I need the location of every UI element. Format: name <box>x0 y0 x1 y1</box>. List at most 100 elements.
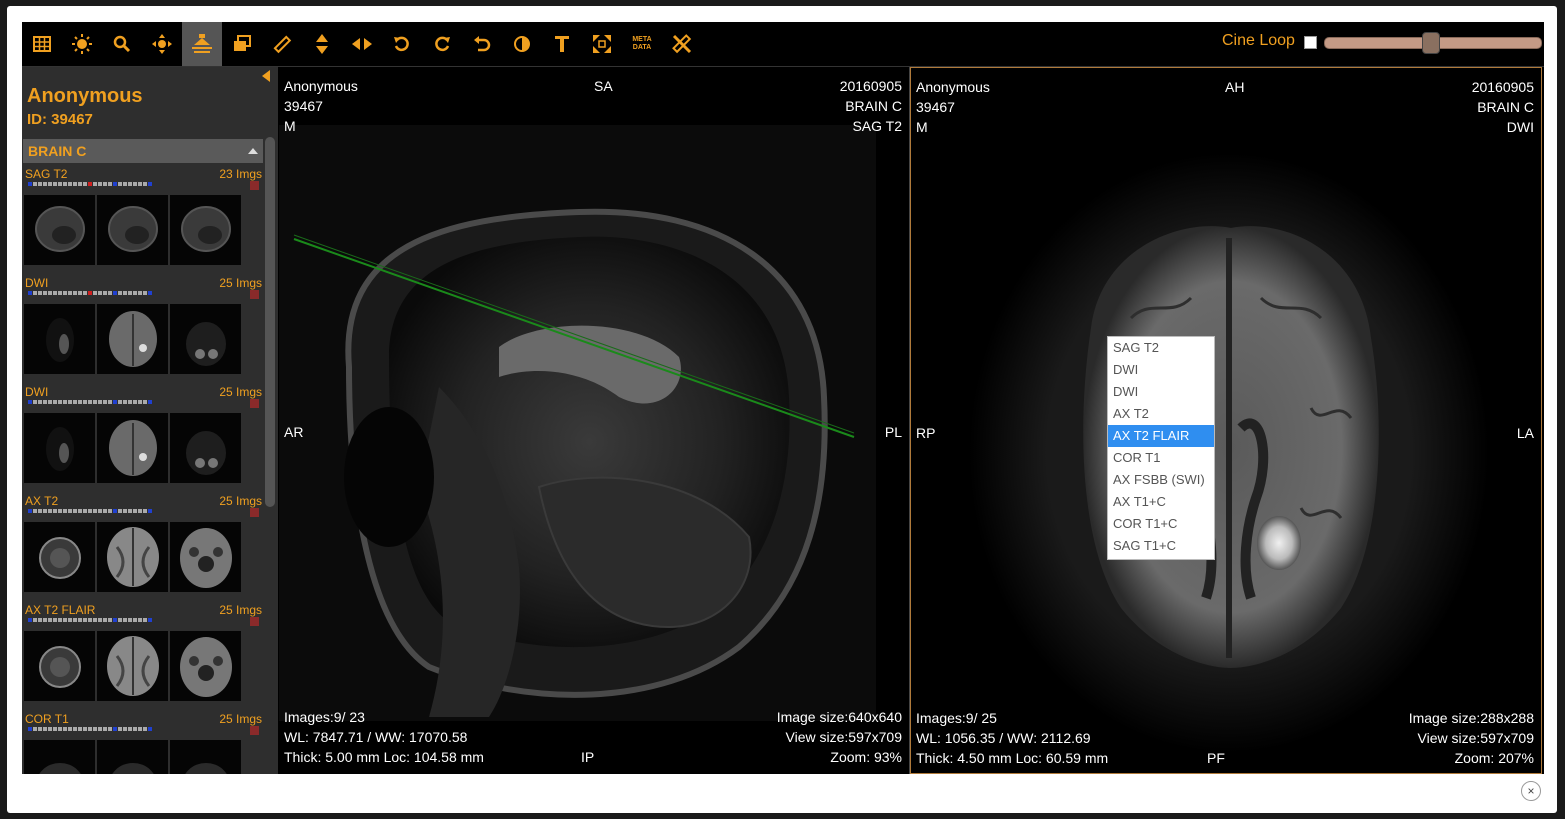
dropdown-option[interactable]: DWI <box>1108 381 1214 403</box>
series-thumbnail[interactable] <box>97 413 168 483</box>
series-thumbnail[interactable] <box>24 740 95 774</box>
series-thumbnail[interactable] <box>170 413 241 483</box>
series-dot <box>73 618 77 622</box>
series-name: AX T2 FLAIR <box>25 603 96 617</box>
metadata-line1: META <box>632 36 652 43</box>
vp-left-window-level: WL: 7847.71 / WW: 17070.58 <box>284 729 468 745</box>
series-dot <box>78 727 82 731</box>
dropdown-option[interactable]: COR T1+C <box>1108 513 1214 535</box>
series-thumbnail[interactable] <box>24 195 95 265</box>
undo-icon[interactable] <box>462 22 502 66</box>
dropdown-option[interactable]: COR T1 <box>1108 447 1214 469</box>
collapse-sidebar-icon[interactable] <box>262 70 270 82</box>
series-thumbnail[interactable] <box>170 522 241 592</box>
series-dot <box>68 509 72 513</box>
series-thumbnail[interactable] <box>170 631 241 701</box>
rotate-left-icon[interactable] <box>382 22 422 66</box>
viewport-axial[interactable]: Anonymous 39467 M AH 20160905 BRAIN C DW… <box>910 67 1542 774</box>
scroll-stack-icon[interactable] <box>182 22 222 66</box>
series-thumbnail[interactable] <box>97 631 168 701</box>
patient-name: Anonymous <box>27 85 143 107</box>
series-thumbnail[interactable] <box>170 195 241 265</box>
series-marker[interactable] <box>250 399 259 408</box>
dropdown-option[interactable]: SAG T1+C <box>1108 535 1214 557</box>
series-item[interactable]: DWI 25 Imgs <box>22 276 264 385</box>
series-dot <box>118 618 122 622</box>
series-dot <box>93 509 97 513</box>
series-dot <box>38 618 42 622</box>
invert-contrast-icon[interactable] <box>502 22 542 66</box>
series-dot <box>78 400 82 404</box>
series-dot <box>43 727 47 731</box>
rotate-right-icon[interactable] <box>422 22 462 66</box>
series-marker[interactable] <box>250 290 259 299</box>
vp-right-sex: M <box>916 119 928 135</box>
dropdown-option[interactable]: DWI <box>1108 359 1214 381</box>
brightness-icon[interactable] <box>62 22 102 66</box>
series-dot <box>88 727 92 731</box>
series-dot <box>123 727 127 731</box>
series-thumbnail[interactable] <box>24 631 95 701</box>
series-dot <box>148 618 152 622</box>
fullscreen-icon[interactable] <box>582 22 622 66</box>
dropdown-option[interactable]: SAG T2 <box>1108 337 1214 359</box>
series-dot <box>28 509 32 513</box>
series-item[interactable]: SAG T2 23 Imgs <box>22 167 264 276</box>
series-dot <box>133 509 137 513</box>
close-modal-button[interactable]: × <box>1521 781 1541 801</box>
series-thumbnail[interactable] <box>97 740 168 774</box>
series-dot <box>68 291 72 295</box>
series-thumbnail[interactable] <box>24 304 95 374</box>
series-dot <box>108 618 112 622</box>
series-thumbnail[interactable] <box>97 304 168 374</box>
series-item[interactable]: AX T2 FLAIR 25 Imgs <box>22 603 264 712</box>
series-dot <box>128 291 132 295</box>
series-select-dropdown[interactable]: SAG T2 DWI DWI AX T2 AX T2 FLAIR COR T1 AX FSB… <box>1107 336 1215 560</box>
series-item[interactable]: DWI 25 Imgs <box>22 385 264 494</box>
series-dot <box>88 182 92 186</box>
series-thumbnail[interactable] <box>24 522 95 592</box>
series-thumbnail[interactable] <box>97 522 168 592</box>
series-thumbnail[interactable] <box>170 740 241 774</box>
series-thumbnail[interactable] <box>170 304 241 374</box>
vp-left-images: Images:9/ 23 <box>284 709 365 725</box>
measure-ruler-icon[interactable] <box>262 22 302 66</box>
dropdown-option[interactable]: AX T2 FLAIR <box>1108 425 1214 447</box>
series-stack-icon[interactable] <box>222 22 262 66</box>
series-dot <box>148 291 152 295</box>
viewport-sagittal[interactable]: Anonymous 39467 M SA 20160905 BRAIN C SA… <box>279 67 910 774</box>
cine-loop-checkbox[interactable] <box>1304 36 1317 49</box>
clear-annotations-icon[interactable] <box>662 22 702 66</box>
metadata-button[interactable]: META DATA <box>622 22 662 66</box>
zoom-icon[interactable] <box>102 22 142 66</box>
dropdown-option[interactable]: AX FSBB (SWI) <box>1108 469 1214 491</box>
series-dot <box>38 727 42 731</box>
series-thumbnail[interactable] <box>24 413 95 483</box>
cine-loop-label: Cine Loop <box>1222 32 1295 49</box>
series-dot <box>63 182 67 186</box>
series-item[interactable]: COR T1 25 Imgs <box>22 712 264 774</box>
series-dot <box>83 509 87 513</box>
series-dot <box>108 182 112 186</box>
series-marker[interactable] <box>250 617 259 626</box>
series-thumbnail[interactable] <box>97 195 168 265</box>
series-marker[interactable] <box>250 508 259 517</box>
horizontal-flip-icon[interactable] <box>342 22 382 66</box>
series-marker[interactable] <box>250 726 259 735</box>
layout-grid-icon[interactable] <box>22 22 62 66</box>
series-dot <box>103 618 107 622</box>
cine-speed-slider-thumb[interactable] <box>1422 32 1440 54</box>
dropdown-option[interactable]: AX T1+C <box>1108 491 1214 513</box>
pan-icon[interactable] <box>142 22 182 66</box>
vertical-flip-icon[interactable] <box>302 22 342 66</box>
series-dot <box>68 400 72 404</box>
series-dot <box>108 727 112 731</box>
dropdown-option[interactable]: AX T2 <box>1108 403 1214 425</box>
series-item[interactable]: AX T2 25 Imgs <box>22 494 264 603</box>
study-header[interactable]: BRAIN C <box>23 139 263 163</box>
series-image-count: 25 Imgs <box>219 712 262 726</box>
series-name: COR T1 <box>25 712 69 726</box>
text-annotation-icon[interactable] <box>542 22 582 66</box>
series-marker[interactable] <box>250 181 259 190</box>
sidebar-scrollbar[interactable] <box>265 137 275 507</box>
